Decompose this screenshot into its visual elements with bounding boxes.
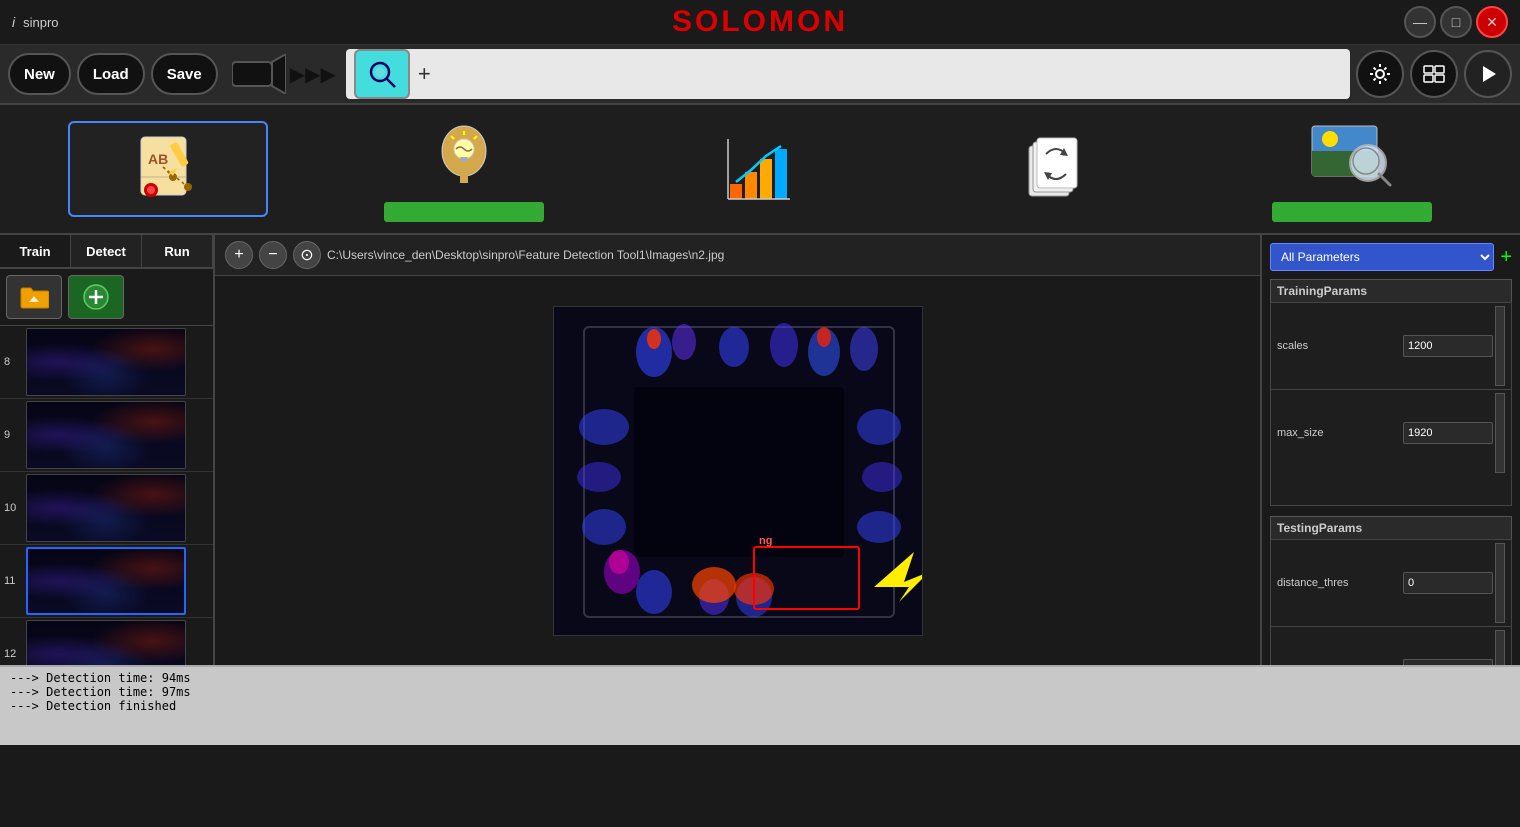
- scales-scroll[interactable]: [1495, 306, 1505, 386]
- log-bar: ---> Detection time: 94ms ---> Detection…: [0, 665, 1520, 745]
- thumbnail-12[interactable]: [26, 620, 186, 665]
- solomon-title: SOLOMON: [672, 5, 848, 39]
- right-panel: All Parameters + TrainingParams scales m…: [1260, 235, 1520, 665]
- nms-scroll[interactable]: [1495, 630, 1505, 665]
- save-button[interactable]: Save: [151, 53, 218, 95]
- training-params-header: TrainingParams: [1270, 279, 1512, 302]
- training-params-group: TrainingParams scales max_size: [1270, 279, 1512, 506]
- right-toolbar: [1356, 50, 1512, 98]
- load-button[interactable]: Load: [77, 53, 145, 95]
- thumbnail-11[interactable]: [26, 547, 186, 615]
- workflow-annotate[interactable]: AB: [68, 121, 268, 217]
- list-item[interactable]: 12: [0, 618, 213, 665]
- param-row: scales: [1270, 302, 1512, 389]
- info-icon: i: [12, 14, 15, 30]
- log-line-2: ---> Detection time: 97ms: [10, 685, 1510, 699]
- evaluate-icon: [725, 134, 795, 204]
- params-selector[interactable]: All Parameters: [1270, 243, 1494, 271]
- window-controls: — □ ✕: [1404, 6, 1508, 38]
- zoom-out-button[interactable]: −: [259, 241, 287, 269]
- add-tab-button[interactable]: +: [418, 61, 431, 87]
- tab-bar: +: [346, 49, 1350, 99]
- panel-actions: [0, 269, 213, 326]
- open-folder-button[interactable]: [6, 275, 62, 319]
- param-row: distance_thres: [1270, 539, 1512, 626]
- thumbnail-9[interactable]: [26, 401, 186, 469]
- annotate-icon: AB: [133, 132, 203, 207]
- max-size-scroll[interactable]: [1495, 393, 1505, 473]
- add-icon: [82, 283, 110, 311]
- search-tab-icon: [367, 59, 397, 89]
- camera-icon-block: ▶▶▶: [232, 54, 340, 94]
- train-progress-bar: [384, 202, 544, 222]
- settings-button[interactable]: [1356, 50, 1404, 98]
- workflow-evaluate[interactable]: [660, 129, 860, 209]
- distance-thres-input[interactable]: [1403, 572, 1493, 594]
- testing-params-group: TestingParams distance_thres nms score_t…: [1270, 516, 1512, 665]
- camera-icon: [232, 54, 286, 94]
- tab-detect[interactable]: Detect: [71, 235, 142, 267]
- new-button[interactable]: New: [8, 53, 71, 95]
- folder-icon: [19, 284, 49, 310]
- workflow-export[interactable]: [956, 129, 1156, 209]
- workflow-detect[interactable]: [1252, 116, 1452, 222]
- params-header: All Parameters +: [1270, 243, 1512, 271]
- app-name-label: sinpro: [23, 15, 58, 30]
- export-icon: [1021, 134, 1091, 204]
- detect-progress-bar: [1272, 202, 1432, 222]
- search-tab[interactable]: [354, 49, 410, 99]
- filepath-label: C:\Users\vince_den\Desktop\sinpro\Featur…: [327, 248, 724, 262]
- zoom-in-button[interactable]: +: [225, 241, 253, 269]
- gallery-button[interactable]: [1410, 50, 1458, 98]
- titlebar: i sinpro SOLOMON — □ ✕: [0, 0, 1520, 45]
- gallery-icon: [1422, 62, 1446, 86]
- center-panel: + − ⊙ C:\Users\vince_den\Desktop\sinpro\…: [215, 235, 1260, 665]
- svg-text:AB: AB: [148, 151, 168, 167]
- thumbnail-8[interactable]: [26, 328, 186, 396]
- workflow-train[interactable]: [364, 116, 564, 222]
- max-size-input[interactable]: [1403, 422, 1493, 444]
- param-row: nms: [1270, 626, 1512, 665]
- zoom-fit-button[interactable]: ⊙: [293, 241, 321, 269]
- add-image-button[interactable]: [68, 275, 124, 319]
- workflow-area: AB: [0, 105, 1520, 235]
- log-line-3: ---> Detection finished: [10, 699, 1510, 713]
- minimize-button[interactable]: —: [1404, 6, 1436, 38]
- panel-tabs: Train Detect Run: [0, 235, 213, 269]
- train-icon: [434, 121, 494, 191]
- arrows-icon: ▶▶▶: [290, 62, 336, 87]
- detect-icon: [1310, 121, 1395, 191]
- distance-thres-scroll[interactable]: [1495, 543, 1505, 623]
- testing-params-header: TestingParams: [1270, 516, 1512, 539]
- close-button[interactable]: ✕: [1476, 6, 1508, 38]
- log-line-1: ---> Detection time: 94ms: [10, 671, 1510, 685]
- toolbar: New Load Save ▶▶▶ +: [0, 45, 1520, 105]
- scales-input[interactable]: [1403, 335, 1493, 357]
- left-panel: Train Detect Run 8: [0, 235, 215, 665]
- maximize-button[interactable]: □: [1440, 6, 1472, 38]
- run-icon: [1478, 64, 1498, 84]
- list-item[interactable]: 9: [0, 399, 213, 472]
- chip-image: ng: [553, 306, 923, 636]
- content-area: Train Detect Run 8: [0, 235, 1520, 665]
- add-param-button[interactable]: +: [1500, 246, 1512, 269]
- tab-run[interactable]: Run: [142, 235, 213, 267]
- thumbnail-list: 8 9 10 11 12: [0, 326, 213, 665]
- param-row: max_size: [1270, 389, 1512, 476]
- thumbnail-10[interactable]: [26, 474, 186, 542]
- list-item[interactable]: 8: [0, 326, 213, 399]
- tab-train[interactable]: Train: [0, 235, 71, 267]
- image-toolbar: + − ⊙ C:\Users\vince_den\Desktop\sinpro\…: [215, 235, 1260, 276]
- run-button[interactable]: [1464, 50, 1512, 98]
- image-area[interactable]: ng: [215, 276, 1260, 665]
- list-item[interactable]: 11: [0, 545, 213, 618]
- svg-text:ng: ng: [759, 535, 772, 547]
- nms-input[interactable]: [1403, 659, 1493, 665]
- chip-visualization: ng: [554, 307, 923, 636]
- list-item[interactable]: 10: [0, 472, 213, 545]
- settings-icon: [1368, 62, 1392, 86]
